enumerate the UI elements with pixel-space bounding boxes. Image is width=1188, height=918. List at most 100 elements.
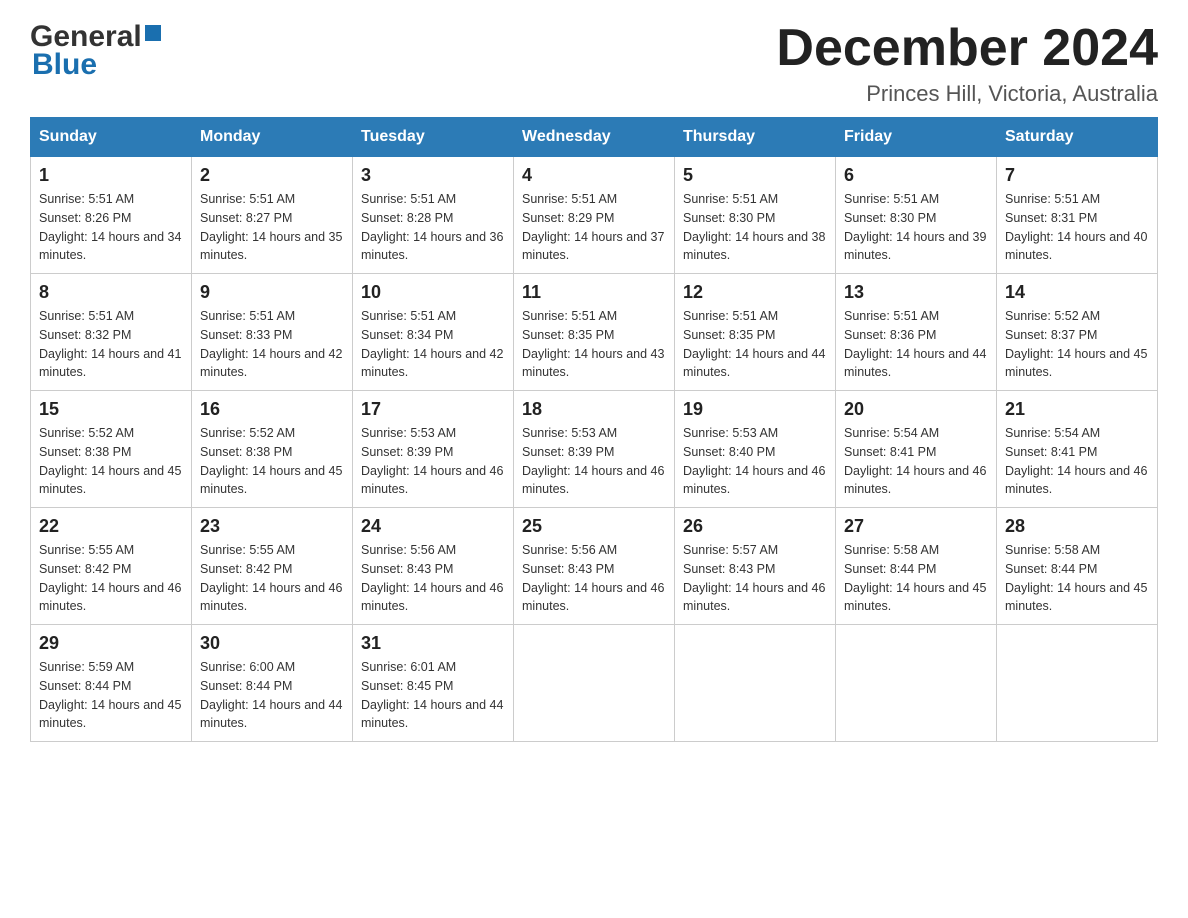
calendar-cell: 2 Sunrise: 5:51 AMSunset: 8:27 PMDaylight… [192, 157, 353, 274]
calendar-week-row: 15Sunrise: 5:52 AMSunset: 8:38 PMDayligh… [31, 391, 1158, 508]
column-header-sunday: Sunday [31, 118, 192, 157]
column-header-tuesday: Tuesday [353, 118, 514, 157]
day-info: Sunrise: 5:52 AMSunset: 8:38 PMDaylight:… [39, 424, 183, 499]
day-number: 28 [1005, 516, 1149, 537]
page-header: General Blue December 2024 Princes Hill,… [30, 20, 1158, 107]
day-number: 13 [844, 282, 988, 303]
day-number: 3 [361, 165, 505, 186]
calendar-cell: 4 Sunrise: 5:51 AMSunset: 8:29 PMDaylight… [514, 157, 675, 274]
calendar-cell: 28 Sunrise: 5:58 AMSunset: 8:44 PMDayligh… [997, 508, 1158, 625]
day-info: Sunrise: 5:54 AMSunset: 8:41 PMDaylight:… [844, 424, 988, 499]
day-info: Sunrise: 5:53 AMSunset: 8:39 PMDaylight:… [361, 424, 505, 499]
day-info: Sunrise: 6:01 AMSunset: 8:45 PMDaylight:… [361, 658, 505, 733]
day-info: Sunrise: 5:51 AMSunset: 8:28 PMDaylight:… [361, 190, 505, 265]
calendar-cell: 14 Sunrise: 5:52 AMSunset: 8:37 PMDayligh… [997, 274, 1158, 391]
calendar-cell: 17 Sunrise: 5:53 AMSunset: 8:39 PMDayligh… [353, 391, 514, 508]
calendar-subtitle: Princes Hill, Victoria, Australia [776, 81, 1158, 107]
day-info: Sunrise: 5:56 AMSunset: 8:43 PMDaylight:… [522, 541, 666, 616]
day-number: 4 [522, 165, 666, 186]
day-info: Sunrise: 5:51 AMSunset: 8:32 PMDaylight:… [39, 307, 183, 382]
day-info: Sunrise: 5:53 AMSunset: 8:39 PMDaylight:… [522, 424, 666, 499]
day-info: Sunrise: 5:52 AMSunset: 8:37 PMDaylight:… [1005, 307, 1149, 382]
calendar-cell: 13 Sunrise: 5:51 AMSunset: 8:36 PMDayligh… [836, 274, 997, 391]
day-number: 29 [39, 633, 183, 654]
calendar-cell: 6Sunrise: 5:51 AMSunset: 8:30 PMDaylight… [836, 157, 997, 274]
day-info: Sunrise: 5:51 AMSunset: 8:30 PMDaylight:… [683, 190, 827, 265]
calendar-cell: 30 Sunrise: 6:00 AMSunset: 8:44 PMDayligh… [192, 625, 353, 742]
day-info: Sunrise: 5:52 AMSunset: 8:38 PMDaylight:… [200, 424, 344, 499]
day-number: 2 [200, 165, 344, 186]
day-info: Sunrise: 5:57 AMSunset: 8:43 PMDaylight:… [683, 541, 827, 616]
column-header-wednesday: Wednesday [514, 118, 675, 157]
calendar-cell: 16 Sunrise: 5:52 AMSunset: 8:38 PMDayligh… [192, 391, 353, 508]
calendar-cell: 10 Sunrise: 5:51 AMSunset: 8:34 PMDayligh… [353, 274, 514, 391]
calendar-cell: 9 Sunrise: 5:51 AMSunset: 8:33 PMDaylight… [192, 274, 353, 391]
calendar-cell: 15Sunrise: 5:52 AMSunset: 8:38 PMDayligh… [31, 391, 192, 508]
day-info: Sunrise: 5:58 AMSunset: 8:44 PMDaylight:… [844, 541, 988, 616]
day-number: 26 [683, 516, 827, 537]
day-info: Sunrise: 5:51 AMSunset: 8:34 PMDaylight:… [361, 307, 505, 382]
day-number: 8 [39, 282, 183, 303]
day-info: Sunrise: 6:00 AMSunset: 8:44 PMDaylight:… [200, 658, 344, 733]
calendar-cell: 20 Sunrise: 5:54 AMSunset: 8:41 PMDayligh… [836, 391, 997, 508]
calendar-cell: 3 Sunrise: 5:51 AMSunset: 8:28 PMDaylight… [353, 157, 514, 274]
day-number: 7 [1005, 165, 1149, 186]
calendar-cell: 1Sunrise: 5:51 AMSunset: 8:26 PMDaylight… [31, 157, 192, 274]
day-number: 14 [1005, 282, 1149, 303]
calendar-cell: 27 Sunrise: 5:58 AMSunset: 8:44 PMDayligh… [836, 508, 997, 625]
day-number: 20 [844, 399, 988, 420]
day-info: Sunrise: 5:54 AMSunset: 8:41 PMDaylight:… [1005, 424, 1149, 499]
calendar-cell: 11Sunrise: 5:51 AMSunset: 8:35 PMDayligh… [514, 274, 675, 391]
day-info: Sunrise: 5:55 AMSunset: 8:42 PMDaylight:… [39, 541, 183, 616]
calendar-cell: 26 Sunrise: 5:57 AMSunset: 8:43 PMDayligh… [675, 508, 836, 625]
logo-chevron-icon [145, 25, 161, 41]
day-number: 30 [200, 633, 344, 654]
day-info: Sunrise: 5:51 AMSunset: 8:29 PMDaylight:… [522, 190, 666, 265]
calendar-table: SundayMondayTuesdayWednesdayThursdayFrid… [30, 117, 1158, 742]
calendar-cell: 8 Sunrise: 5:51 AMSunset: 8:32 PMDaylight… [31, 274, 192, 391]
day-number: 16 [200, 399, 344, 420]
day-info: Sunrise: 5:53 AMSunset: 8:40 PMDaylight:… [683, 424, 827, 499]
day-number: 1 [39, 165, 183, 186]
day-info: Sunrise: 5:51 AMSunset: 8:33 PMDaylight:… [200, 307, 344, 382]
column-header-saturday: Saturday [997, 118, 1158, 157]
logo-blue-text: Blue [32, 48, 97, 82]
day-info: Sunrise: 5:56 AMSunset: 8:43 PMDaylight:… [361, 541, 505, 616]
day-info: Sunrise: 5:51 AMSunset: 8:31 PMDaylight:… [1005, 190, 1149, 265]
calendar-cell [836, 625, 997, 742]
calendar-cell: 29 Sunrise: 5:59 AMSunset: 8:44 PMDayligh… [31, 625, 192, 742]
calendar-title: December 2024 [776, 20, 1158, 77]
day-number: 11 [522, 282, 666, 303]
day-info: Sunrise: 5:51 AMSunset: 8:27 PMDaylight:… [200, 190, 344, 265]
calendar-week-row: 22 Sunrise: 5:55 AMSunset: 8:42 PMDayligh… [31, 508, 1158, 625]
day-info: Sunrise: 5:55 AMSunset: 8:42 PMDaylight:… [200, 541, 344, 616]
column-header-thursday: Thursday [675, 118, 836, 157]
day-number: 27 [844, 516, 988, 537]
calendar-cell: 19 Sunrise: 5:53 AMSunset: 8:40 PMDayligh… [675, 391, 836, 508]
calendar-cell [514, 625, 675, 742]
day-info: Sunrise: 5:59 AMSunset: 8:44 PMDaylight:… [39, 658, 183, 733]
day-info: Sunrise: 5:51 AMSunset: 8:36 PMDaylight:… [844, 307, 988, 382]
calendar-cell [675, 625, 836, 742]
day-number: 12 [683, 282, 827, 303]
day-number: 5 [683, 165, 827, 186]
calendar-cell: 12Sunrise: 5:51 AMSunset: 8:35 PMDayligh… [675, 274, 836, 391]
calendar-week-row: 1Sunrise: 5:51 AMSunset: 8:26 PMDaylight… [31, 157, 1158, 274]
calendar-cell [997, 625, 1158, 742]
calendar-cell: 25Sunrise: 5:56 AMSunset: 8:43 PMDayligh… [514, 508, 675, 625]
calendar-header-row: SundayMondayTuesdayWednesdayThursdayFrid… [31, 118, 1158, 157]
day-number: 18 [522, 399, 666, 420]
day-info: Sunrise: 5:58 AMSunset: 8:44 PMDaylight:… [1005, 541, 1149, 616]
calendar-cell: 18 Sunrise: 5:53 AMSunset: 8:39 PMDayligh… [514, 391, 675, 508]
day-number: 19 [683, 399, 827, 420]
column-header-friday: Friday [836, 118, 997, 157]
calendar-cell: 5 Sunrise: 5:51 AMSunset: 8:30 PMDaylight… [675, 157, 836, 274]
calendar-cell: 21Sunrise: 5:54 AMSunset: 8:41 PMDayligh… [997, 391, 1158, 508]
day-number: 10 [361, 282, 505, 303]
day-number: 22 [39, 516, 183, 537]
day-info: Sunrise: 5:51 AMSunset: 8:30 PMDaylight:… [844, 190, 988, 265]
logo: General Blue [30, 20, 161, 82]
day-number: 17 [361, 399, 505, 420]
calendar-cell: 22 Sunrise: 5:55 AMSunset: 8:42 PMDayligh… [31, 508, 192, 625]
day-number: 9 [200, 282, 344, 303]
